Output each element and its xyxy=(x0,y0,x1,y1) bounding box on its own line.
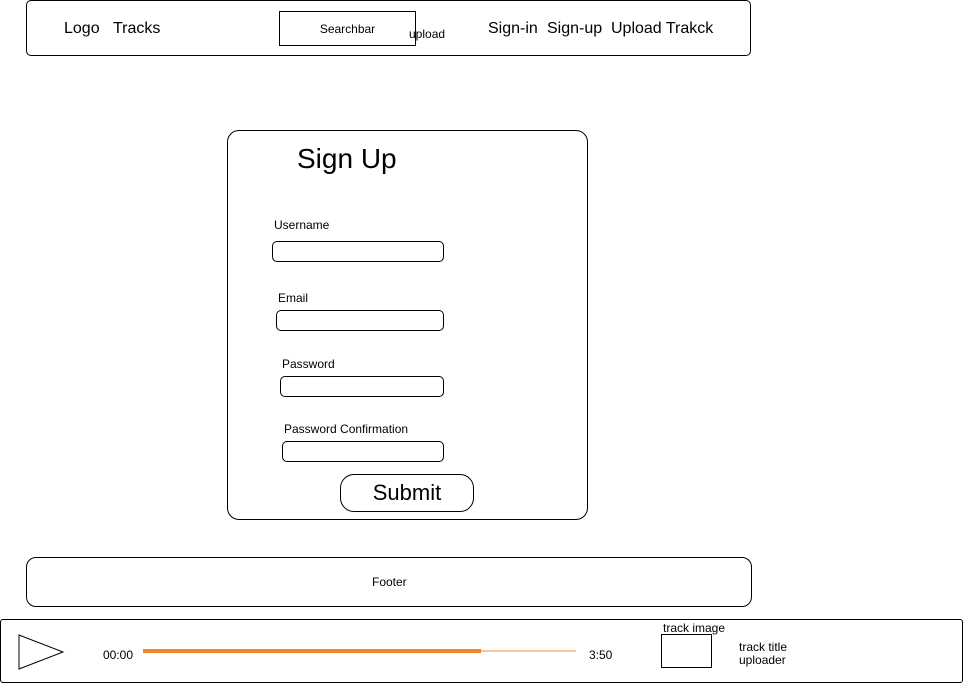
sign-in-link[interactable]: Sign-in xyxy=(488,20,538,38)
progress-bar[interactable] xyxy=(143,649,576,653)
upload-link[interactable]: upload xyxy=(409,27,445,41)
submit-button[interactable]: Submit xyxy=(340,474,474,512)
sign-up-link[interactable]: Sign-up xyxy=(547,20,602,38)
track-image-label: track image xyxy=(663,621,726,635)
email-field[interactable] xyxy=(276,310,444,331)
signup-form: Sign Up Username Email Password Password… xyxy=(227,130,588,520)
page-title: Sign Up xyxy=(297,143,397,174)
username-field[interactable] xyxy=(272,241,444,262)
email-label: Email xyxy=(278,291,309,305)
password-label: Password xyxy=(282,357,335,371)
search-placeholder: Searchbar xyxy=(319,21,376,36)
track-image[interactable] xyxy=(661,634,712,668)
upload-track-link[interactable]: Upload Trakck xyxy=(611,20,713,38)
audio-player: 00:00 3:50 track image track title uploa… xyxy=(0,619,963,683)
username-label: Username xyxy=(274,218,330,232)
track-title[interactable]: track title xyxy=(739,640,787,654)
track-uploader[interactable]: uploader xyxy=(739,653,786,667)
current-time: 00:00 xyxy=(103,648,134,662)
site-header: Logo Tracks Searchbar upload Sign-in Sig… xyxy=(26,0,751,56)
logo-link[interactable]: Logo xyxy=(64,20,100,38)
play-icon[interactable] xyxy=(18,634,66,670)
progress-fill xyxy=(143,649,481,653)
password-confirmation-field[interactable] xyxy=(282,441,444,462)
footer-text: Footer xyxy=(372,575,407,589)
password-confirmation-label: Password Confirmation xyxy=(284,422,409,436)
tracks-link[interactable]: Tracks xyxy=(113,20,160,38)
duration: 3:50 xyxy=(589,648,613,662)
password-field[interactable] xyxy=(280,376,444,397)
site-footer: Footer xyxy=(26,557,752,607)
search-input[interactable]: Searchbar xyxy=(279,11,416,46)
